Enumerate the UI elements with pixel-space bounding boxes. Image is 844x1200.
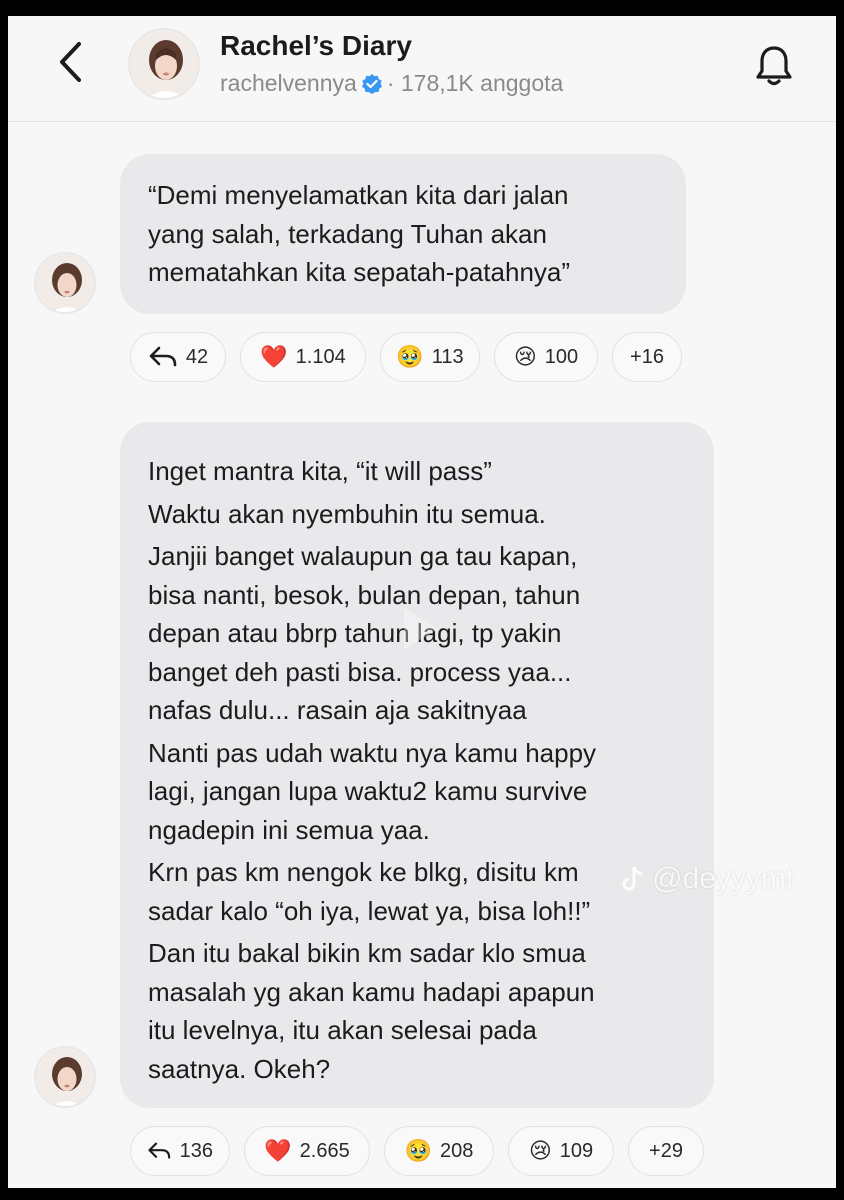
crying-reaction-chip[interactable]: 😢 109 [508,1126,614,1176]
heart-reaction-chip[interactable]: ❤️ 1.104 [240,332,366,382]
channel-username: rachelvennya [220,70,357,96]
sender-avatar[interactable] [34,252,96,314]
pleading-face-icon: 🥹 [396,344,424,369]
message-bubble[interactable]: “Demi menyelamatkan kita dari jalan yang… [120,154,686,314]
message-line: Waktu akan nyembuhin itu semua. [148,498,546,529]
message-line: Krn pas km nengok ke blkg, disitu km [148,857,579,887]
message-line: ngadepin ini semua yaa. [148,814,430,845]
heart-reaction-chip[interactable]: ❤️ 2.665 [244,1126,370,1176]
crying-count: 100 [544,345,579,368]
message-bubble[interactable]: Inget mantra kita, “it will pass” Waktu … [120,422,714,1108]
notifications-button[interactable] [750,42,798,90]
message-line: “Demi menyelamatkan kita dari jalan [148,180,569,210]
member-count: · 178,1K anggota [386,70,564,96]
message-line: yang salah, terkadang Tuhan akan [148,218,547,249]
more-reactions-chip[interactable]: +29 [628,1126,704,1176]
message-line: masalah yg akan kamu hadapi apapun [148,976,595,1007]
reply-arrow-icon [148,1142,171,1159]
more-reactions-chip[interactable]: +16 [612,332,682,382]
heart-count: 1.104 [295,345,346,368]
pleading-face-icon: 🥹 [404,1138,433,1163]
crying-count: 109 [559,1139,594,1162]
reply-arrow-icon [149,346,177,367]
message-paragraph: Waktu akan nyembuhin itu semua. [148,495,686,534]
pleading-count: 113 [431,345,464,368]
message-paragraph: Nanti pas udah waktu nya kamu happy lagi… [148,734,686,850]
heart-icon: ❤️ [260,344,288,369]
heart-icon: ❤️ [264,1138,292,1163]
message-line: Janjii banget walaupun ga tau kapan, [148,541,578,571]
reply-count: 136 [179,1139,213,1162]
play-icon [404,608,438,650]
message-line: mematahkan kita sepatah-patahnya” [148,257,571,287]
reply-count: 42 [185,345,209,368]
bell-icon [756,46,792,86]
watermark: @deyyymt [620,862,794,896]
sender-avatar[interactable] [34,1046,96,1108]
channel-screen: Rachel’s Diary rachelvennya · 178,1K ang… [8,16,836,1188]
pleading-reaction-chip[interactable]: 🥹 113 [380,332,480,382]
channel-header: Rachel’s Diary rachelvennya · 178,1K ang… [8,16,836,122]
pleading-count: 208 [440,1139,474,1162]
more-reactions-count: +29 [649,1139,683,1162]
device-frame: Rachel’s Diary rachelvennya · 178,1K ang… [0,0,844,1200]
message-line: itu levelnya, itu akan selesai pada [148,1015,537,1045]
crying-face-icon: 😢 [513,344,537,369]
reply-count-chip[interactable]: 136 [130,1126,230,1176]
more-reactions-count: +16 [630,345,664,368]
message-line: nafas dulu... rasain aja sakitnyaa [148,695,527,725]
message-line: saatnya. Okeh? [148,1053,331,1084]
chevron-left-icon [60,42,81,82]
message-paragraph: Krn pas km nengok ke blkg, disitu km sad… [148,853,686,930]
tiktok-logo-icon [622,866,643,891]
message-line: lagi, jangan lupa waktu2 kamu survive [148,776,588,806]
message-line: Dan itu bakal bikin km sadar klo smua [148,938,586,968]
heart-count: 2.665 [299,1139,350,1162]
reply-count-chip[interactable]: 42 [130,332,226,382]
reaction-bar: 42 ❤️ 1.104 🥹 113 😢 100 +16 [130,332,682,382]
pleading-reaction-chip[interactable]: 🥹 208 [384,1126,494,1176]
crying-face-icon: 😢 [528,1138,552,1163]
reaction-bar: 136 ❤️ 2.665 🥹 208 😢 109 +29 [130,1126,704,1176]
back-button[interactable] [48,38,92,86]
message-paragraph: Dan itu bakal bikin km sadar klo smua ma… [148,934,686,1088]
message-line: Inget mantra kita, “it will pass” [148,456,492,486]
channel-subtitle: rachelvennya · 178,1K anggota [220,70,563,97]
message-line: sadar kalo “oh iya, lewat ya, bisa loh!!… [148,895,591,926]
watermark-text: @deyyymt [652,862,795,895]
message-paragraph: Inget mantra kita, “it will pass” [148,452,686,491]
crying-reaction-chip[interactable]: 😢 100 [494,332,598,382]
verified-badge-icon [361,73,383,95]
channel-title: Rachel’s Diary [220,30,412,61]
message-line: Nanti pas udah waktu nya kamu happy [148,737,597,768]
channel-avatar[interactable] [128,28,200,100]
